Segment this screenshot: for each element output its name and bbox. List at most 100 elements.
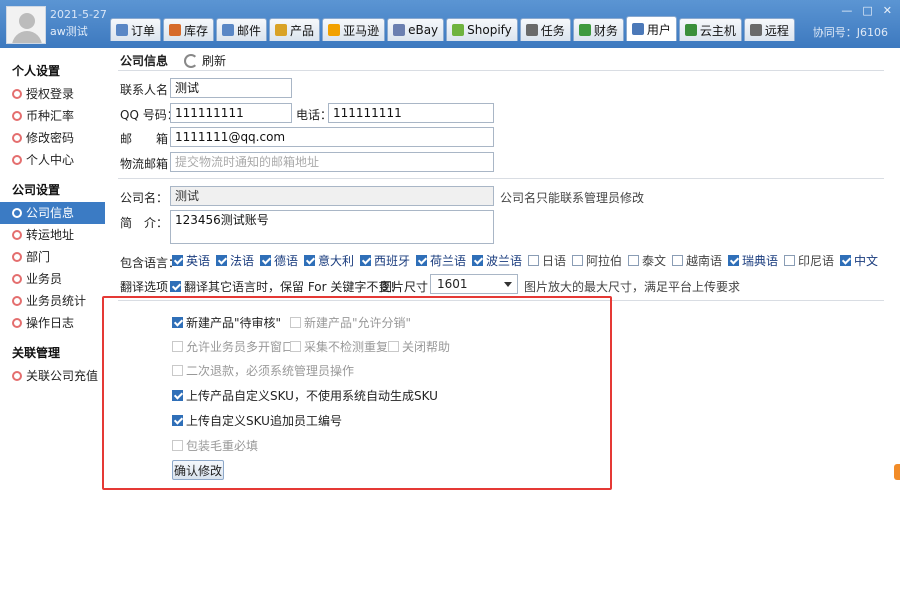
language-option[interactable]: 泰文 [628,252,666,269]
language-option[interactable]: 意大利 [304,252,354,269]
sidebar-item[interactable]: 币种汇率 [0,105,105,127]
setting-option[interactable]: 采集不检测重复 [290,338,388,355]
setting-checkbox[interactable] [172,317,183,328]
language-label: 荷兰语 [430,254,467,268]
translate-checkbox[interactable] [170,281,181,292]
language-option[interactable]: 阿拉伯 [572,252,622,269]
language-checkbox[interactable] [472,255,483,266]
language-checkbox[interactable] [528,255,539,266]
setting-option[interactable]: 新建产品"允许分销" [290,314,411,331]
tab-task[interactable]: 任务 [519,18,571,41]
language-checkbox[interactable] [172,255,183,266]
setting-checkbox[interactable] [388,341,399,352]
sidebar-item-label: 授权登录 [26,87,75,101]
translate-option[interactable]: 翻译其它语言时，保留 For 关键字不变! [170,278,395,295]
language-checkbox[interactable] [728,255,739,266]
language-option[interactable]: 英语 [172,252,210,269]
setting-option[interactable]: 二次退款，必须系统管理员操作 [172,362,354,379]
setting-option[interactable]: 包装毛重必填 [172,437,258,454]
cloud-host-icon [684,24,697,36]
setting-option[interactable]: 允许业务员多开窗口 [172,338,294,355]
tab-cloud-host[interactable]: 云主机 [678,18,742,41]
language-checkbox[interactable] [304,255,315,266]
avatar-body [12,31,42,43]
tab-finance[interactable]: 财务 [572,18,624,41]
intro-textarea[interactable]: 123456测试账号 [170,210,494,244]
logistics-email-input[interactable]: 提交物流时通知的邮箱地址 [170,152,494,172]
language-option[interactable]: 印尼语 [784,252,834,269]
sidebar-item[interactable]: 关联公司充值 [0,365,105,387]
ebay-icon [393,24,406,36]
tab-inventory[interactable]: 库存 [163,18,215,41]
sidebar-item[interactable]: 个人中心 [0,149,105,171]
edge-widget[interactable] [894,464,900,480]
sidebar-item[interactable]: 业务员 [0,268,105,290]
language-checkbox[interactable] [216,255,227,266]
setting-option[interactable]: 新建产品"待审核" [172,314,281,331]
setting-checkbox[interactable] [290,317,301,328]
language-option[interactable]: 瑞典语 [728,252,778,269]
avatar[interactable] [6,6,46,44]
sidebar-item-label: 操作日志 [26,316,75,330]
setting-checkbox[interactable] [172,341,183,352]
confirm-button[interactable]: 确认修改 [172,460,224,480]
close-button[interactable]: ✕ [883,4,892,17]
tab-product[interactable]: 产品 [269,18,321,41]
language-checkbox[interactable] [572,255,583,266]
tab-order[interactable]: 订单 [110,18,162,41]
language-option[interactable]: 中文 [840,252,878,269]
qq-input[interactable]: 111111111 [170,103,292,123]
language-checkbox[interactable] [360,255,371,266]
translate-label: 翻译选项 [120,280,169,294]
language-checkbox[interactable] [784,255,795,266]
language-checkbox[interactable] [672,255,683,266]
setting-checkbox[interactable] [172,390,183,401]
language-option[interactable]: 日语 [528,252,566,269]
setting-option[interactable]: 上传自定义SKU追加员工编号 [172,412,342,429]
tab-amazon[interactable]: 亚马逊 [322,18,386,41]
language-option[interactable]: 荷兰语 [416,252,466,269]
language-checkbox[interactable] [416,255,427,266]
image-size-select[interactable]: 1601 [430,274,518,294]
sidebar-item[interactable]: 公司信息 [0,202,105,224]
language-option[interactable]: 波兰语 [472,252,522,269]
email-input[interactable]: 1111111@qq.com [170,127,494,147]
setting-option[interactable]: 上传产品自定义SKU，不使用系统自动生成SKU [172,387,438,404]
language-option[interactable]: 越南语 [672,252,722,269]
language-checkbox[interactable] [840,255,851,266]
sidebar-item[interactable]: 部门 [0,246,105,268]
setting-checkbox[interactable] [290,341,301,352]
inventory-icon [169,24,182,36]
setting-checkbox[interactable] [172,365,183,376]
refresh-button[interactable]: 刷新 [184,52,226,69]
phone-input[interactable]: 111111111 [328,103,494,123]
tab-label: 库存 [184,23,209,38]
language-option[interactable]: 法语 [216,252,254,269]
sidebar-section-title: 公司设置 [12,183,61,197]
maximize-button[interactable]: □ [862,4,872,17]
language-checkbox[interactable] [260,255,271,266]
tab-ebay[interactable]: eBay [387,18,445,41]
language-option[interactable]: 西班牙 [360,252,410,269]
tab-remote[interactable]: 远程 [743,18,795,41]
tab-user[interactable]: 用户 [625,16,677,41]
setting-option[interactable]: 关闭帮助 [388,338,450,355]
bullet-icon [12,274,22,284]
bullet-icon [12,371,22,381]
sidebar-item[interactable]: 授权登录 [0,83,105,105]
setting-label: 关闭帮助 [402,340,451,354]
sidebar-item[interactable]: 操作日志 [0,312,105,334]
tab-shopify[interactable]: Shopify [446,18,518,41]
minimize-button[interactable]: — [841,4,852,17]
setting-checkbox[interactable] [172,440,183,451]
language-option[interactable]: 德语 [260,252,298,269]
contact-input[interactable]: 测试 [170,78,292,98]
language-checkbox[interactable] [628,255,639,266]
tab-mail[interactable]: 邮件 [216,18,268,41]
sidebar-item[interactable]: 业务员统计 [0,290,105,312]
sidebar-item[interactable]: 修改密码 [0,127,105,149]
setting-checkbox[interactable] [172,415,183,426]
sidebar-item[interactable]: 转运地址 [0,224,105,246]
refresh-label: 刷新 [202,54,227,68]
divider [118,178,884,179]
